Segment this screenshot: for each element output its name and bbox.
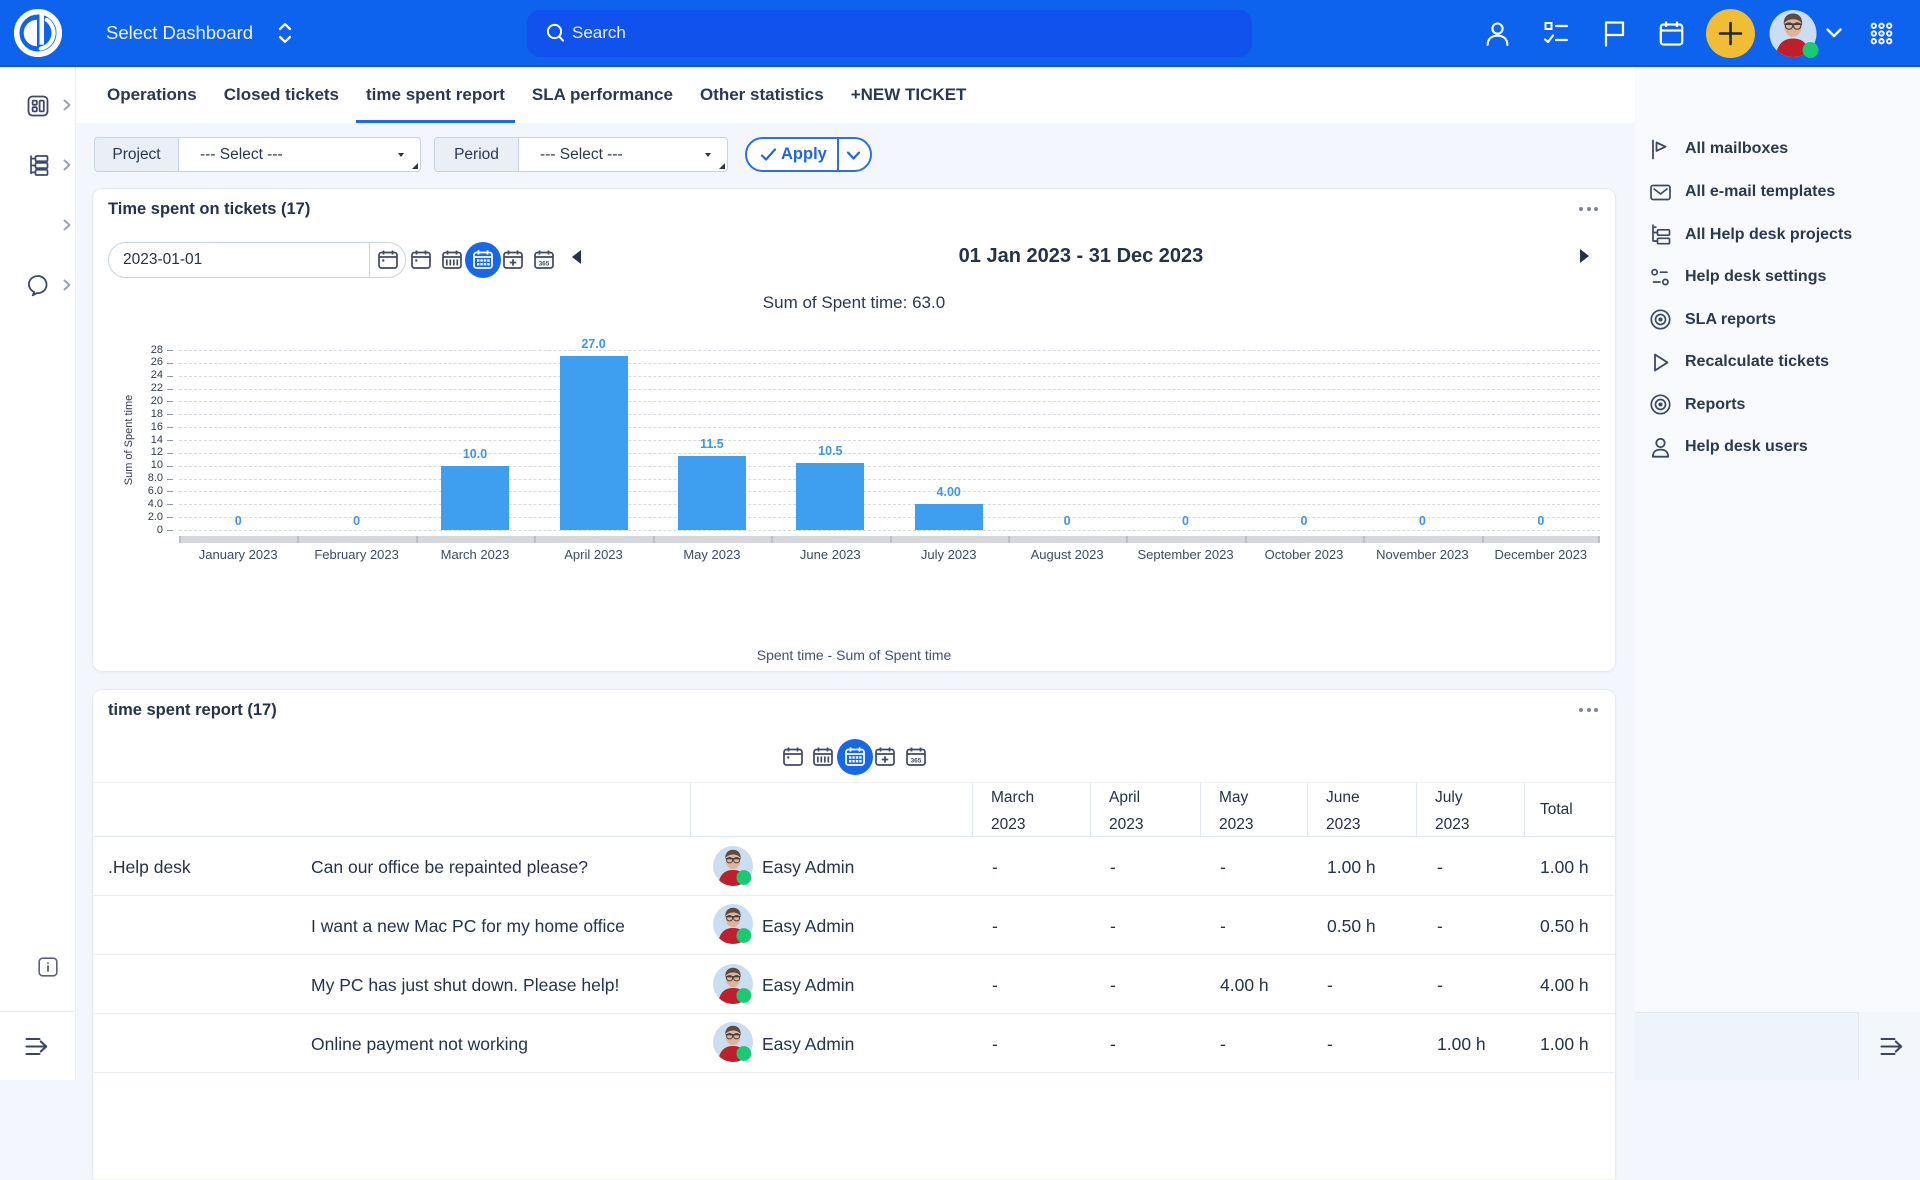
svg-text:365: 365: [539, 260, 550, 267]
svg-text:365: 365: [911, 757, 922, 764]
